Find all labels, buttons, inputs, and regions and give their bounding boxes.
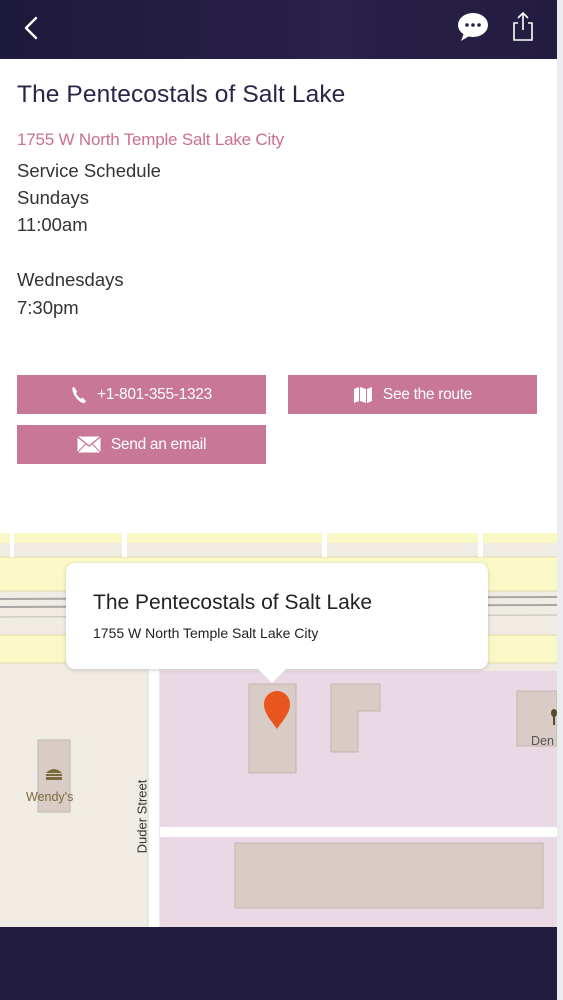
schedule-day-1: Sundays xyxy=(17,187,89,208)
callout-pointer xyxy=(258,669,286,683)
callout-address: 1755 W North Temple Salt Lake City xyxy=(93,625,319,641)
email-button-label: Send an email xyxy=(110,435,207,453)
place-address-link[interactable]: 1755 W North Temple Salt Lake City xyxy=(17,130,284,150)
callout-title: The Pentecostals of Salt Lake xyxy=(93,591,372,614)
schedule-day-2: Wednesdays xyxy=(17,269,124,290)
chevron-left-icon xyxy=(24,16,38,40)
share-button[interactable] xyxy=(508,8,538,44)
phone-icon xyxy=(72,386,86,403)
chat-button[interactable] xyxy=(455,10,491,44)
map-label-wendys: Wendy's xyxy=(26,790,74,804)
route-button[interactable]: See the route xyxy=(288,375,537,414)
email-button[interactable]: Send an email xyxy=(17,425,266,464)
schedule-time-1: 11:00am xyxy=(17,214,88,235)
map-label-den: Den xyxy=(531,734,554,748)
chat-bubble-icon xyxy=(458,13,488,41)
envelope-icon xyxy=(76,436,101,453)
schedule-heading: Service Schedule xyxy=(17,160,161,181)
route-button-label: See the route xyxy=(382,385,473,403)
bottom-bar xyxy=(0,927,557,1000)
schedule-time-2: 7:30pm xyxy=(17,297,79,318)
share-icon xyxy=(513,11,533,41)
place-title: The Pentecostals of Salt Lake xyxy=(17,81,346,108)
back-button[interactable] xyxy=(14,10,46,46)
call-button-label: +1-801-355-1323 xyxy=(97,385,212,403)
map-label-duder-street: Duder Street xyxy=(134,779,150,854)
map-icon xyxy=(353,386,372,403)
call-button[interactable]: +1-801-355-1323 xyxy=(17,375,266,414)
map-callout[interactable]: The Pentecostals of Salt Lake 1755 W Nor… xyxy=(66,563,488,669)
top-navigation-bar xyxy=(0,0,557,59)
page-edge xyxy=(557,0,563,1000)
place-details: The Pentecostals of Salt Lake 1755 W Nor… xyxy=(0,59,557,534)
